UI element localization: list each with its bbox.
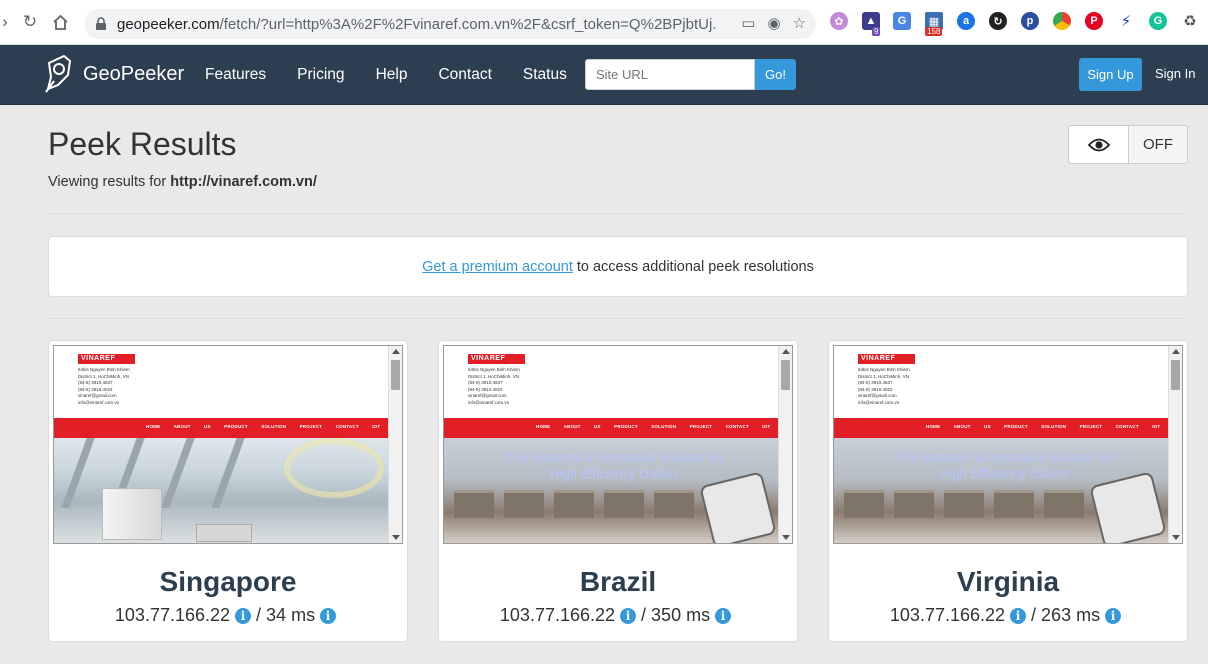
reload-icon[interactable]: ↻	[18, 10, 42, 34]
info-icon[interactable]: i	[715, 607, 732, 624]
extension-a-icon[interactable]: a	[957, 12, 975, 30]
preview-address: 54bis Nguyen Binh Khiem District 1, HoChi…	[78, 367, 130, 405]
ip-address: 103.77.166.22	[114, 605, 231, 625]
home-icon[interactable]	[48, 10, 72, 34]
brand[interactable]: GeoPeeker	[44, 55, 184, 93]
extension-badge-158: 158	[925, 27, 943, 36]
toggle-state: OFF	[1143, 136, 1173, 153]
translate-icon[interactable]: G	[893, 12, 911, 30]
url-text: geopeeker.com/fetch/?url=http%3A%2F%2Fvi…	[117, 15, 717, 33]
preview-tagline: The smartest & innovative solution for Hi…	[506, 450, 724, 481]
vinaref-logo: VINAREF	[78, 354, 135, 364]
preview-hero-image: The smartest & innovative solution for Hi…	[444, 438, 780, 543]
location-name: Singapore	[159, 566, 297, 597]
vinaref-logo: VINAREF	[468, 354, 525, 364]
pinterest-icon[interactable]: P	[1085, 12, 1103, 30]
extension-p-icon[interactable]: p	[1021, 12, 1039, 30]
viewing-url: http://vinaref.com.vn/	[170, 174, 317, 190]
viewing-results-text: Viewing results for http://vinaref.com.v…	[48, 174, 317, 190]
ip-address: 103.77.166.22	[889, 605, 1006, 625]
nav-help[interactable]: Help	[376, 66, 408, 84]
info-icon[interactable]: i	[620, 607, 637, 624]
extension-sync-icon[interactable]: ↻	[989, 12, 1007, 30]
lock-icon	[96, 17, 106, 30]
info-icon[interactable]: i	[1010, 607, 1027, 624]
address-bar[interactable]: geopeeker.com/fetch/?url=http%3A%2F%2Fvi…	[84, 9, 816, 39]
info-icon[interactable]: i	[235, 607, 252, 624]
hide-icon[interactable]: ◉	[767, 14, 780, 32]
nav-status[interactable]: Status	[523, 66, 567, 84]
result-meta: 103.77.166.22 i / 350 ms i	[439, 605, 797, 626]
page-title: Peek Results	[48, 126, 237, 162]
preview-menu: HOME ABOUT US PRODUCT SOLUTION PROJECT C…	[536, 424, 771, 429]
info-icon[interactable]: i	[1105, 607, 1122, 624]
sign-in-link[interactable]: Sign In	[1155, 66, 1195, 81]
result-meta: 103.77.166.22 i / 34 ms i	[49, 605, 407, 626]
premium-account-link[interactable]: Get a premium account	[422, 259, 573, 275]
vinaref-logo: VINAREF	[858, 354, 915, 364]
extension-bolt-icon[interactable]: ⚡	[1117, 12, 1135, 30]
bookmark-star-icon[interactable]: ☆	[793, 14, 806, 32]
nav-features[interactable]: Features	[205, 66, 266, 84]
preview-hero-image	[54, 438, 390, 543]
grammarly-icon[interactable]: G	[1149, 12, 1167, 30]
website-screenshot[interactable]: VINAREF 54bis Nguyen Binh Khiem District …	[443, 345, 793, 544]
preview-toggle[interactable]: OFF	[1068, 125, 1188, 164]
result-card-singapore: VINAREF 54bis Nguyen Binh Khiem District …	[48, 340, 408, 642]
location-name: Virginia	[956, 566, 1060, 597]
divider	[48, 213, 1188, 214]
preview-menu: HOME ABOUT US PRODUCT SOLUTION PROJECT C…	[146, 424, 381, 429]
latency: 263 ms	[1041, 605, 1101, 625]
nav-links: Features Pricing Help Contact Status	[205, 66, 598, 84]
preview-menu: HOME ABOUT US PRODUCT SOLUTION PROJECT C…	[926, 424, 1161, 429]
eye-icon	[1069, 126, 1129, 163]
nav-pricing[interactable]: Pricing	[297, 66, 344, 84]
premium-banner: Get a premium account to access addition…	[48, 236, 1188, 297]
extension-chrome-icon[interactable]	[1053, 12, 1071, 30]
info-icon[interactable]: i	[320, 607, 337, 624]
sign-up-button[interactable]: Sign Up	[1079, 58, 1142, 91]
nav-contact[interactable]: Contact	[438, 66, 491, 84]
scrollbar[interactable]	[1168, 346, 1182, 543]
result-card-virginia: VINAREF 54bis Nguyen Binh Khiem District …	[828, 340, 1188, 642]
result-card-brazil: VINAREF 54bis Nguyen Binh Khiem District …	[438, 340, 798, 642]
extension-recycle-icon[interactable]: ♻	[1181, 12, 1199, 30]
site-navbar: GeoPeeker Features Pricing Help Contact …	[0, 45, 1208, 105]
result-meta: 103.77.166.22 i / 263 ms i	[829, 605, 1187, 626]
location-name: Brazil	[579, 566, 657, 597]
brand-name: GeoPeeker	[83, 62, 185, 85]
preview-address: 54bis Nguyen Binh Khiem District 1, HoChi…	[468, 367, 520, 405]
preview-address: 54bis Nguyen Binh Khiem District 1, HoChi…	[858, 367, 910, 405]
extension-flower-icon[interactable]: ✿	[830, 12, 848, 30]
website-screenshot[interactable]: VINAREF 54bis Nguyen Binh Khiem District …	[53, 345, 403, 544]
preview-hero-image: The smartest & innovative solution for Hi…	[834, 438, 1170, 543]
scrollbar[interactable]	[778, 346, 792, 543]
scrollbar[interactable]	[388, 346, 402, 543]
website-screenshot[interactable]: VINAREF 54bis Nguyen Binh Khiem District …	[833, 345, 1183, 544]
forward-icon[interactable]: ›	[0, 10, 12, 34]
latency: 34 ms	[266, 605, 316, 625]
go-button[interactable]: Go!	[755, 59, 796, 90]
divider	[48, 318, 1188, 319]
latency: 350 ms	[651, 605, 711, 625]
site-url-input[interactable]	[585, 59, 755, 90]
browser-toolbar: › ↻ geopeeker.com/fetch/?url=http%3A%2F%…	[0, 0, 1208, 45]
geopeeker-logo-icon	[45, 55, 72, 93]
ip-address: 103.77.166.22	[499, 605, 616, 625]
extension-badge-9: 9	[872, 27, 881, 36]
cast-icon[interactable]: ▭	[741, 14, 755, 32]
preview-tagline: The smartest & innovative solution for Hi…	[896, 450, 1114, 481]
